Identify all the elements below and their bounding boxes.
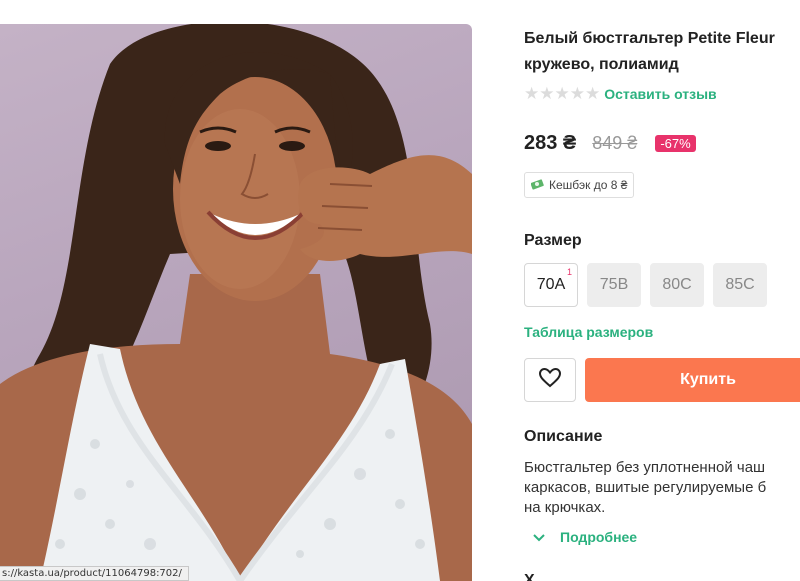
product-photo-illustration [0,24,472,581]
size-selector: 70A 1 75B 80C 85C [524,263,776,307]
size-stock-count: 1 [566,267,572,277]
description-text: Бюстгальтер без уплотненной чаш каркасов… [524,458,800,518]
more-details-link[interactable]: Подробнее [532,529,637,545]
size-label: Размер [524,232,582,249]
size-option-label: 70A [536,276,566,293]
favorite-button[interactable] [524,358,576,402]
product-title: Белый бюстгальтер Petite Fleur кружево, … [524,26,800,78]
leave-review-link[interactable]: Оставить отзыв [604,86,716,102]
cashback-badge: Кешбэк до 8 ₴ [524,172,635,198]
status-bar-url: s://kasta.ua/product/11064798:702/ [0,566,189,581]
size-option-75b[interactable]: 75B [587,263,641,307]
buy-button[interactable]: Купить [585,358,800,402]
cashback-text: Кешбэк до 8 ₴ [549,178,628,192]
description-line: Бюстгальтер без уплотненной чаш [524,459,766,476]
rating-stars[interactable]: ★★★★★ [524,84,600,104]
size-option-85c[interactable]: 85C [713,263,767,307]
next-section-heading: Х [524,572,535,581]
chevron-down-icon [532,529,560,545]
rating: ★★★★★ Оставить отзыв [524,84,717,104]
size-option-label: 75B [599,276,629,293]
money-icon [530,178,545,193]
size-option-70a[interactable]: 70A 1 [524,263,578,307]
description-heading: Описание [524,428,603,445]
product-title-line-2: кружево, полиамид [524,56,679,73]
size-option-label: 85C [725,276,755,293]
more-details-label: Подробнее [560,529,638,545]
old-price: 849 ₴ [592,133,638,153]
size-option-label: 80C [662,276,692,293]
discount-badge: -67% [655,135,696,152]
heart-icon [538,367,562,393]
product-photo[interactable] [0,24,472,581]
price-row: 283 ₴ 849 ₴ -67% [524,132,696,155]
description-line: каркасов, вшитые регулируемые б [524,479,767,496]
description-line: на крючках. [524,499,606,516]
size-table-link[interactable]: Таблица размеров [524,324,653,340]
product-title-line-1: Белый бюстгальтер Petite Fleur [524,30,775,47]
current-price: 283 ₴ [524,132,577,154]
size-option-80c[interactable]: 80C [650,263,704,307]
